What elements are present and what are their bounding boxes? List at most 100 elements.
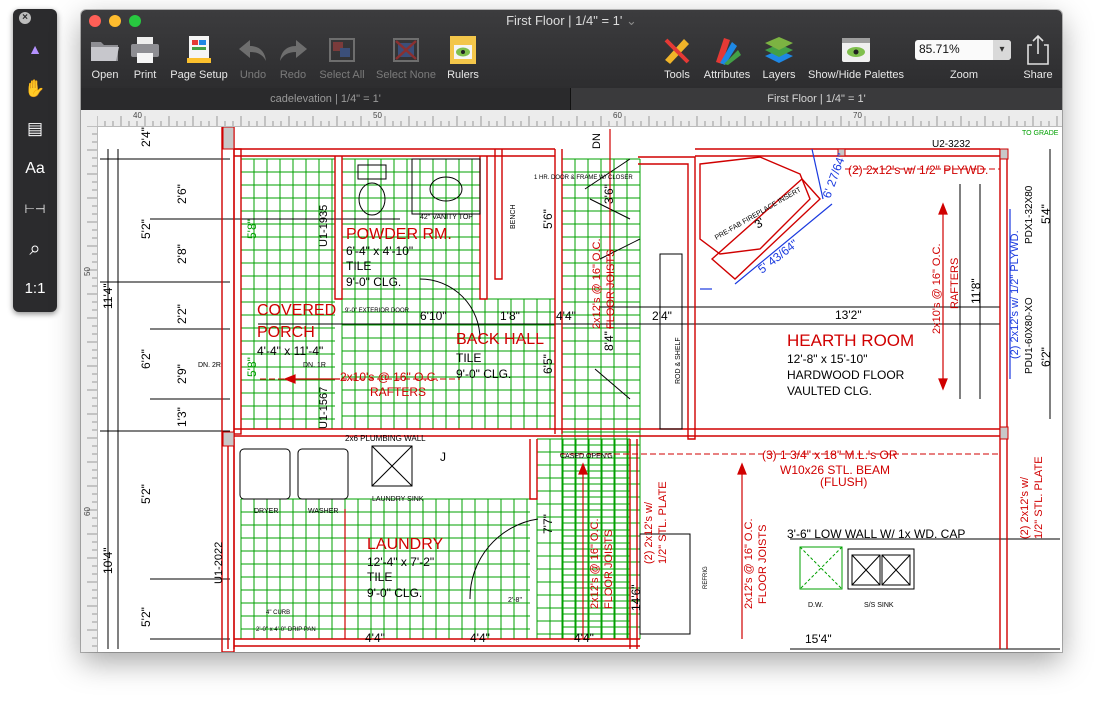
room-name: HEARTH ROOM: [787, 331, 914, 350]
room-size: 6'-4" x 4'-10": [346, 244, 413, 258]
zoom-label-area: Zoom: [949, 69, 979, 81]
note: 2x10's @ 16" O.C.: [340, 370, 439, 384]
redo-button[interactable]: Redo: [275, 32, 311, 86]
tool-palette: × ▲ ✋ ▤ Aa ⊢⊣ ⌕ 1:1: [13, 9, 57, 312]
svg-text:11'8": 11'8": [969, 278, 983, 304]
select-all-button[interactable]: Select All: [315, 32, 369, 86]
printer-icon: [131, 37, 159, 63]
svg-text:6' 27/64": 6' 27/64": [820, 151, 849, 200]
room-finish: TILE: [456, 351, 481, 365]
svg-text:1'3": 1'3": [175, 407, 189, 427]
drawing-canvas[interactable]: POWDER RM. 6'-4" x 4'-10" TILE 9'-0" CLG…: [98, 127, 1062, 652]
document-tabs: cadelevation | 1/4" = 1' First Floor | 1…: [81, 88, 1062, 110]
horizontal-ruler-ticks: [97, 116, 1058, 126]
svg-text:11'4": 11'4": [101, 283, 115, 309]
svg-text:6'2": 6'2": [139, 349, 153, 369]
room-size: 12'-8" x 15'-10": [787, 352, 867, 366]
svg-text:2'4": 2'4": [652, 309, 672, 323]
svg-text:5'4": 5'4": [1039, 204, 1053, 224]
title-bar: First Floor | 1/4" = 1' ⌄ Open Print Pag…: [81, 10, 1062, 88]
note: 42" VANITY TOP: [420, 214, 473, 221]
window-title: First Floor | 1/4" = 1' ⌄: [506, 13, 637, 28]
chevron-down-icon[interactable]: ▾: [993, 40, 1011, 60]
select-none-button[interactable]: Select None: [373, 32, 439, 86]
note: DN. 1R: [303, 362, 326, 369]
palette-close-button[interactable]: ×: [19, 12, 31, 24]
zoom-magnifier-icon[interactable]: ⌕: [19, 235, 51, 263]
ruler-corner: [81, 110, 98, 127]
stair-mark: DN: [591, 133, 603, 149]
note: FLOOR JOISTS: [603, 530, 615, 609]
vertical-ruler[interactable]: 50 60: [81, 126, 98, 652]
note: BENCH: [510, 204, 517, 229]
door-tag: PDX1-32X80: [1024, 185, 1035, 244]
svg-text:13'2": 13'2": [835, 308, 862, 322]
room-name: PORCH: [257, 324, 315, 341]
share-button[interactable]: Share: [1017, 32, 1059, 86]
rulers-icon: [450, 36, 476, 64]
layers-button[interactable]: Layers: [759, 32, 799, 86]
dimension-tool-icon[interactable]: ⊢⊣: [19, 195, 51, 223]
tab-cadelevation[interactable]: cadelevation | 1/4" = 1': [81, 88, 571, 110]
select-none-icon: [393, 38, 419, 62]
svg-text:4'4": 4'4": [574, 631, 594, 645]
note: 1/2" STL. PLATE: [1033, 456, 1045, 539]
attributes-button[interactable]: Attributes: [699, 32, 755, 86]
show-hide-palettes-button[interactable]: Show/Hide Palettes: [803, 32, 909, 86]
svg-text:5'8": 5'8": [245, 357, 259, 377]
room-name: BACK HALL: [456, 331, 544, 348]
attributes-swatch-icon: [716, 38, 741, 65]
note: 2'-0" x 4'-0" DRIP PAN: [256, 627, 316, 633]
svg-text:5'2": 5'2": [139, 219, 153, 239]
note: RAFTERS: [370, 385, 426, 399]
text-tool-icon[interactable]: Aa: [19, 155, 51, 183]
ruler-label: 50: [373, 111, 382, 120]
room-finish: HARDWOOD FLOOR: [787, 368, 905, 382]
note: 2x12's @ 16" O.C.: [591, 238, 603, 329]
palettes-eye-icon: [842, 38, 870, 62]
note: 2x10's @ 16" O.C.: [931, 243, 943, 334]
page-setup-button[interactable]: Page Setup: [167, 32, 231, 86]
floor-plan[interactable]: POWDER RM. 6'-4" x 4'-10" TILE 9'-0" CLG…: [98, 127, 1062, 652]
horizontal-ruler[interactable]: 40 50 60 70: [97, 110, 1062, 127]
svg-text:1'8": 1'8": [500, 309, 520, 323]
arrow-select-icon[interactable]: ▲: [19, 35, 51, 63]
svg-text:4'4": 4'4": [556, 309, 576, 323]
note: CASED OPEN'G: [560, 453, 613, 460]
note: (2) 2x12's w/ 1/2" PLYWD.: [848, 163, 988, 177]
note: FLOOR JOISTS: [757, 525, 769, 604]
redo-arrow-icon: [280, 40, 307, 61]
room-size: 4'-4" x 11'-4": [257, 344, 323, 358]
actual-size-icon[interactable]: 1:1: [19, 275, 51, 303]
share-icon: [1027, 34, 1049, 65]
open-button[interactable]: Open: [87, 32, 123, 86]
note: (3) 1 3/4" x 18" M.L.'s OR: [762, 448, 898, 462]
undo-button[interactable]: Undo: [235, 32, 271, 86]
note: DRYER: [254, 508, 278, 515]
ruler-label: 40: [133, 111, 142, 120]
junction-mark: J: [440, 450, 446, 464]
note: (2) 2x12's w/: [1019, 476, 1031, 539]
zoom-select[interactable]: 85.71% ▾: [915, 40, 1011, 60]
rulers-button[interactable]: Rulers: [443, 32, 483, 86]
room-size: 12'-4" x 7'-2": [367, 555, 434, 569]
tools-pencil-ruler-icon: [663, 38, 690, 65]
note: D.W.: [808, 602, 823, 609]
print-button[interactable]: Print: [127, 32, 163, 86]
hand-pan-icon[interactable]: ✋: [19, 75, 51, 103]
tools-button[interactable]: Tools: [659, 32, 695, 86]
comment-icon[interactable]: ▤: [19, 115, 51, 143]
layers-stack-icon: [765, 37, 793, 63]
page-setup-icon: [187, 36, 211, 63]
note: (2) 2x12's w/ 1/2" PLYWD.: [1009, 230, 1021, 359]
svg-text:5'2": 5'2": [139, 607, 153, 627]
tab-first-floor[interactable]: First Floor | 1/4" = 1': [571, 88, 1062, 110]
note: PRE-FAB FIREPLACE INSERT: [714, 186, 803, 242]
door-tag: PDU1-60X80-XO: [1024, 297, 1035, 374]
dishwasher-outline: [799, 546, 843, 590]
room-ceiling: 9'-0" CLG.: [346, 275, 401, 289]
note: 1 HR. DOOR & FRAME W/ CLOSER: [534, 175, 633, 181]
svg-text:5'6": 5'6": [541, 209, 555, 229]
svg-text:5'2": 5'2": [139, 484, 153, 504]
ruler-label: 60: [83, 507, 92, 516]
